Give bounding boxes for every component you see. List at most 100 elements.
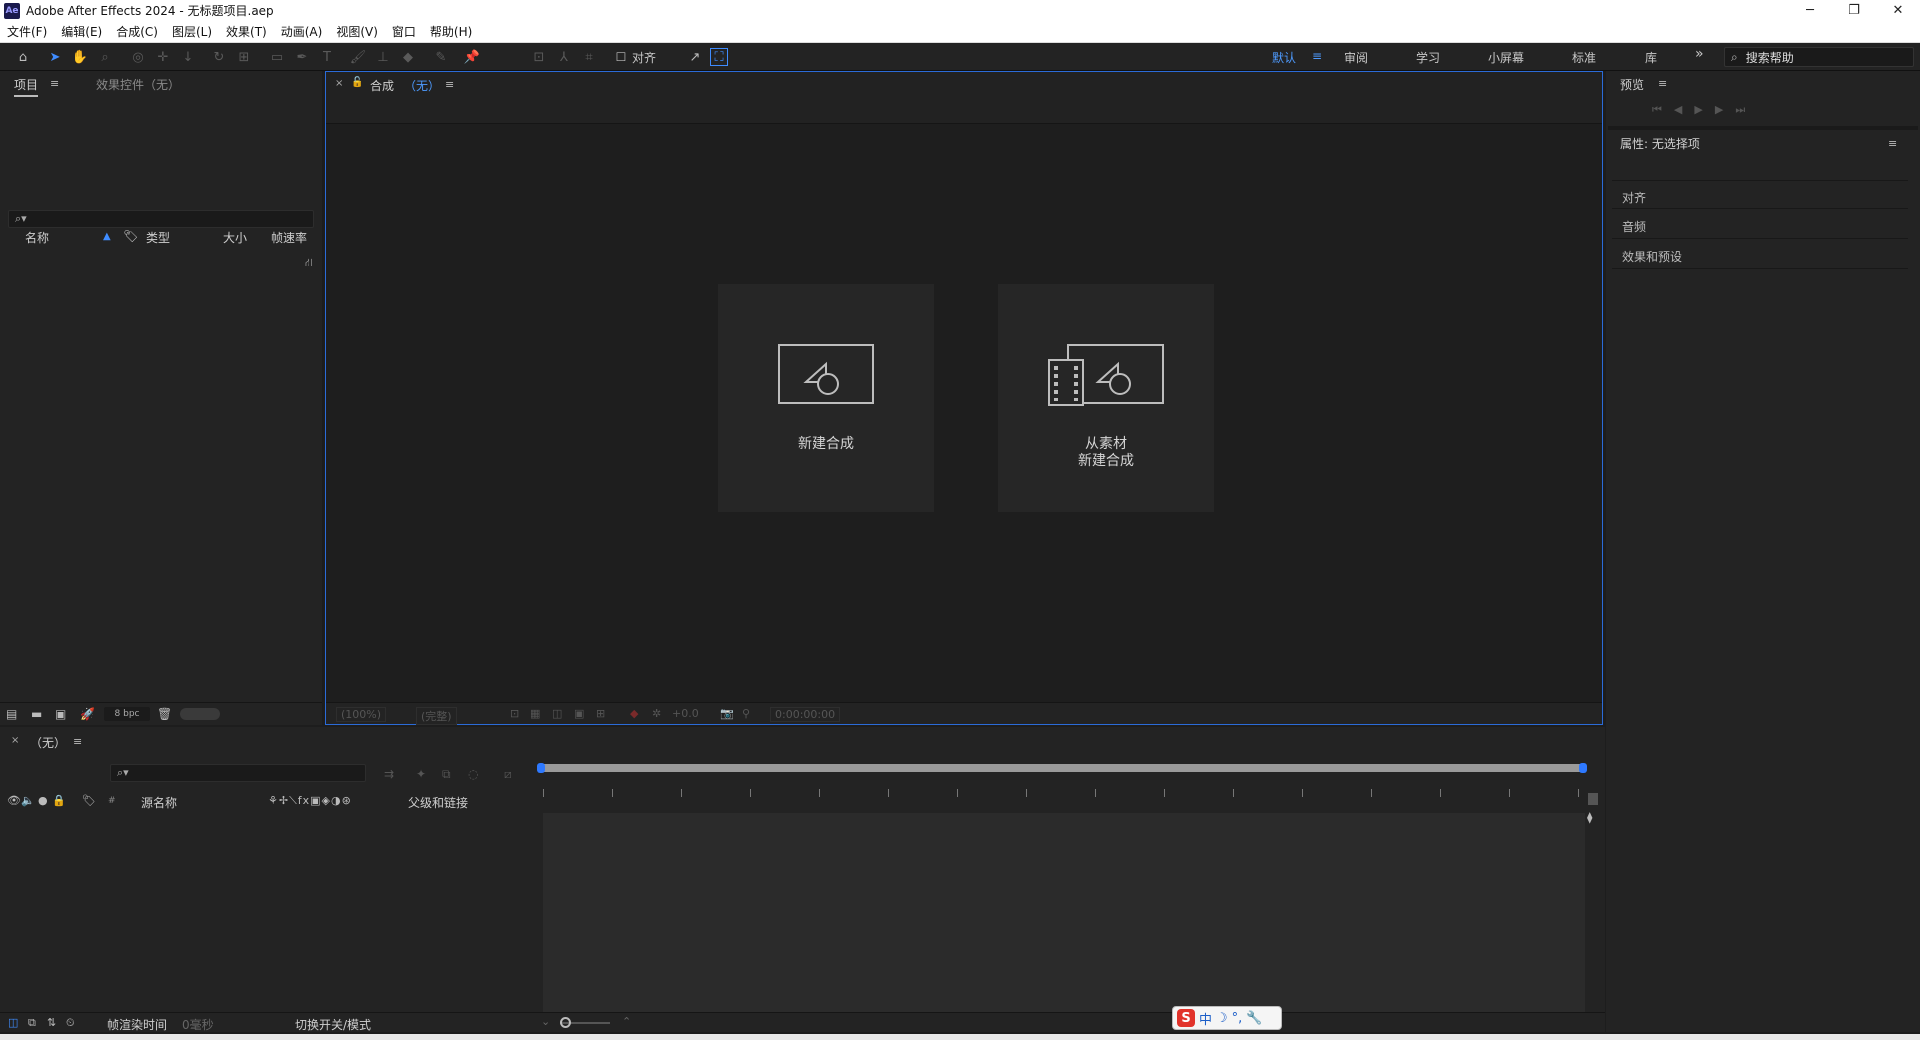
ime-chinese-mode[interactable]: 中 [1199, 1009, 1212, 1028]
workspace-small-screen[interactable]: 小屏幕 [1488, 49, 1524, 66]
preview-panel-title[interactable]: 预览 [1620, 76, 1644, 93]
eraser-tool-icon[interactable]: ◆ [399, 48, 417, 66]
properties-panel-menu-icon[interactable]: ≡ [1888, 137, 1897, 150]
rotate-tool-icon[interactable]: ↻ [210, 48, 228, 66]
show-snapshot-icon[interactable]: ⚲ [742, 707, 750, 720]
transparency-grid-icon[interactable]: ▦ [530, 707, 540, 720]
mask-visibility-icon[interactable]: ◫ [552, 707, 562, 720]
zoom-slider-handle[interactable] [560, 1017, 571, 1028]
draft-3d-icon[interactable]: ✦ [416, 767, 426, 781]
render-time-pane-icon[interactable]: ⏲ [66, 1016, 75, 1030]
lock-icon[interactable]: 🔒 [52, 794, 66, 807]
column-name[interactable]: 名称 [25, 229, 49, 246]
composition-panel-menu-icon[interactable]: ≡ [445, 78, 454, 91]
column-parent-link[interactable]: 父级和链接 [408, 794, 468, 811]
orbit-camera-icon[interactable]: ◎ [129, 48, 147, 66]
bit-depth-button[interactable]: 8 bpc [104, 707, 150, 721]
workspace-default[interactable]: 默认 [1272, 49, 1296, 66]
in-out-pane-icon[interactable]: ⇅ [47, 1016, 56, 1029]
zoom-out-icon[interactable]: ⌄ [541, 1015, 550, 1028]
last-frame-icon[interactable]: ⏭ [1735, 103, 1745, 119]
timeline-tab-label[interactable]: （无） [30, 734, 66, 751]
selection-tool-icon[interactable]: ➤ [46, 48, 64, 66]
guides-icon[interactable]: ▣ [574, 707, 584, 720]
axis-world-icon[interactable]: ⅄ [555, 48, 573, 66]
new-folder-icon[interactable]: ▬ [31, 707, 42, 721]
resolution-dropdown[interactable]: (完整) [416, 707, 457, 725]
timeline-track-area[interactable] [543, 813, 1585, 1013]
effects-presets-section[interactable]: 效果和预设 [1622, 248, 1682, 265]
workspace-library[interactable]: 库 [1645, 49, 1657, 66]
timeline-search-input[interactable]: ⌕▾ [110, 764, 366, 782]
maximize-button[interactable]: ❐ [1832, 0, 1876, 21]
transfer-controls-icon[interactable]: ⧉ [28, 1016, 36, 1030]
snap-checkbox[interactable]: ☐ [612, 48, 630, 66]
more-workspaces-icon[interactable]: » [1695, 46, 1704, 62]
flowchart-icon[interactable]: ⛙ [305, 256, 313, 271]
composition-tab-label[interactable]: 合成 [370, 77, 394, 94]
composition-flowchart-icon[interactable]: ⇉ [384, 767, 394, 781]
sogou-logo[interactable]: S [1177, 1009, 1195, 1027]
new-composition-icon[interactable]: ▣ [55, 707, 66, 721]
workspace-learn[interactable]: 学习 [1416, 49, 1440, 66]
previous-frame-icon[interactable]: ◀ [1674, 103, 1682, 119]
menu-help[interactable]: 帮助(H) [423, 23, 479, 40]
ime-moon-icon[interactable]: ☽ [1216, 1011, 1228, 1026]
menu-window[interactable]: 窗口 [385, 23, 423, 40]
menu-effect[interactable]: 效果(T) [219, 23, 274, 40]
zoom-tool-icon[interactable]: ⌕ [96, 48, 114, 66]
snapshot-icon[interactable]: 📷 [720, 707, 734, 720]
new-composition-from-footage-card[interactable]: 从素材 新建合成 [998, 284, 1214, 512]
composition-tab-value[interactable]: （无） [404, 77, 440, 94]
rectangle-tool-icon[interactable]: ▭ [268, 48, 286, 66]
tab-effect-controls[interactable]: 效果控件（无） [96, 76, 180, 93]
graph-editor-icon[interactable]: ⧄ [504, 767, 512, 782]
interpret-footage-icon[interactable]: ▤ [6, 707, 17, 721]
hand-tool-icon[interactable]: ✋ [71, 48, 89, 66]
close-tab-icon[interactable]: × [335, 78, 343, 89]
video-visibility-icon[interactable]: 👁 [7, 794, 21, 807]
solo-icon[interactable]: ● [38, 794, 48, 807]
align-section[interactable]: 对齐 [1622, 189, 1646, 206]
play-icon[interactable]: ▶ [1694, 103, 1702, 119]
timeline-panel-menu-icon[interactable]: ≡ [73, 735, 82, 748]
home-icon[interactable]: ⌂ [14, 48, 32, 66]
menu-view[interactable]: 视图(V) [329, 23, 385, 40]
label-tag-icon[interactable]: 🏷 [82, 794, 96, 807]
zoom-in-icon[interactable]: ⌃ [622, 1015, 631, 1028]
project-panel-menu-icon[interactable]: ≡ [50, 77, 59, 90]
thumbnail-slider[interactable] [180, 708, 220, 720]
exposure-reset-icon[interactable]: ✲ [652, 707, 661, 720]
pen-tool-icon[interactable]: ✒ [293, 48, 311, 66]
exposure-value[interactable]: +0.0 [672, 707, 699, 720]
current-time-display[interactable]: 0:00:00:00 [770, 707, 841, 722]
menu-file[interactable]: 文件(F) [0, 23, 54, 40]
work-area-start-handle[interactable] [537, 763, 545, 773]
type-tool-icon[interactable]: T [318, 48, 336, 66]
lock-icon[interactable]: 🔓 [351, 77, 363, 88]
ime-punctuation-icon[interactable]: °, [1232, 1011, 1243, 1026]
frame-blending-icon[interactable]: ⧉ [442, 767, 451, 782]
roto-brush-icon[interactable]: ✎ [432, 48, 450, 66]
help-search-input[interactable]: ⌕ 搜索帮助 [1724, 47, 1914, 67]
work-area-end-handle[interactable] [1579, 763, 1587, 773]
region-of-interest-icon[interactable]: ⊡ [510, 707, 519, 720]
minimize-button[interactable]: ─ [1788, 0, 1832, 21]
audio-section[interactable]: 音频 [1622, 218, 1646, 235]
clone-stamp-icon[interactable]: ⊥ [374, 48, 392, 66]
project-search-input[interactable]: ⌕▾ [8, 210, 314, 228]
tab-project[interactable]: 项目 [14, 76, 39, 97]
workspace-menu-icon[interactable]: ≡ [1312, 49, 1322, 63]
axis-view-icon[interactable]: ⌗ [580, 48, 598, 66]
next-frame-icon[interactable]: ▶ [1715, 103, 1723, 119]
column-size[interactable]: 大小 [223, 229, 247, 246]
workspace-standard[interactable]: 标准 [1572, 49, 1596, 66]
column-frame-rate[interactable]: 帧速率 [271, 229, 307, 246]
menu-edit[interactable]: 编辑(E) [54, 23, 109, 40]
dolly-camera-icon[interactable]: ↓ [179, 48, 197, 66]
pan-behind-icon[interactable]: ⊞ [235, 48, 253, 66]
audio-icon[interactable]: 🔈 [21, 794, 35, 807]
timeline-navigator-icon[interactable]: ⧫ [1587, 811, 1592, 824]
puppet-pin-icon[interactable]: 📌 [463, 48, 481, 66]
color-channels-icon[interactable]: ◆ [630, 707, 638, 720]
